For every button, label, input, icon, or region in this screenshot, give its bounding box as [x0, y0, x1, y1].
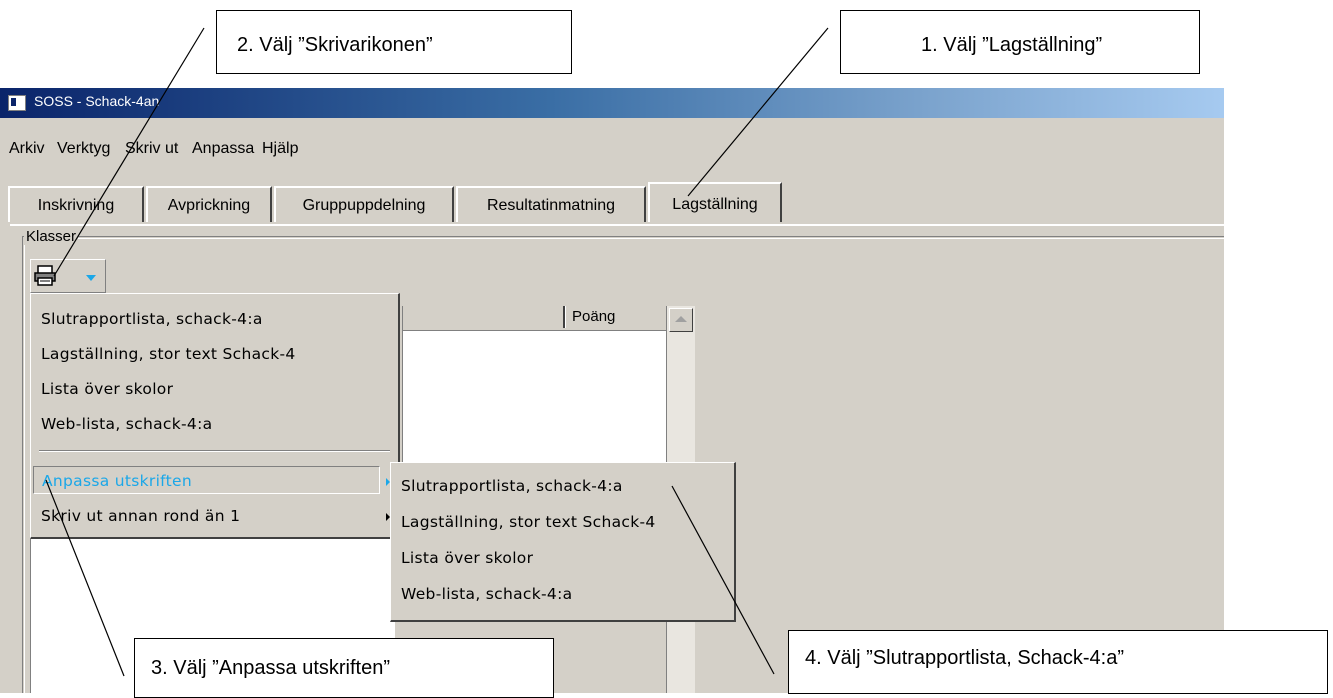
callout-step-3: 3. Välj ”Anpassa utskriften”: [134, 638, 554, 698]
menu-separator: [39, 450, 390, 452]
scroll-up-button[interactable]: [669, 308, 693, 332]
submenu-item-lista-over-skolor[interactable]: Lista över skolor: [391, 543, 734, 573]
menu-item-lagstallning-stor-text[interactable]: Lagställning, stor text Schack-4: [31, 339, 398, 369]
tab-baseline: [10, 224, 1224, 226]
submenu-item-lagstallning-stor-text[interactable]: Lagställning, stor text Schack-4: [391, 507, 734, 537]
menu-anpassa[interactable]: Anpassa: [192, 140, 254, 158]
app-icon: [8, 95, 26, 111]
callout-step-1: 1. Välj ”Lagställning”: [840, 10, 1200, 74]
grid-column-poang[interactable]: Poäng: [565, 306, 661, 328]
submenu-item-slutrapportlista[interactable]: Slutrapportlista, schack-4:a: [391, 471, 734, 501]
tab-inskrivning[interactable]: Inskrivning: [8, 186, 144, 222]
grid-column-1[interactable]: [403, 306, 565, 328]
tab-avprickning[interactable]: Avprickning: [146, 186, 272, 222]
menu-verktyg[interactable]: Verktyg: [57, 140, 110, 158]
grid-header: Poäng: [403, 306, 667, 331]
menu-item-anpassa-utskriften[interactable]: Anpassa utskriften: [31, 466, 398, 496]
printer-icon: [34, 265, 56, 286]
anpassa-submenu: Slutrapportlista, schack-4:a Lagställnin…: [390, 462, 736, 622]
menu-item-slutrapportlista[interactable]: Slutrapportlista, schack-4:a: [31, 304, 398, 334]
window-title: SOSS - Schack-4an: [34, 93, 160, 109]
submenu-item-web-lista[interactable]: Web-lista, schack-4:a: [391, 579, 734, 609]
tab-resultatinmatning[interactable]: Resultatinmatning: [456, 186, 646, 222]
menu-arkiv[interactable]: Arkiv: [9, 140, 45, 158]
dropdown-arrow-icon: [86, 275, 96, 281]
callout-step-4: 4. Välj ”Slutrapportlista, Schack-4:a”: [788, 630, 1328, 694]
menu-item-skriv-ut-annan-rond[interactable]: Skriv ut annan rond än 1: [31, 501, 398, 531]
menu-item-lista-over-skolor[interactable]: Lista över skolor: [31, 374, 398, 404]
tab-gruppuppdelning[interactable]: Gruppuppdelning: [274, 186, 454, 222]
menu-hjalp[interactable]: Hjälp: [262, 140, 298, 158]
callout-step-2: 2. Välj ”Skrivarikonen”: [216, 10, 572, 74]
menu-skriv-ut[interactable]: Skriv ut: [125, 140, 178, 158]
skriv-ut-annan-rond-label: Skriv ut annan rond än 1: [41, 507, 241, 525]
anpassa-utskriften-label: Anpassa utskriften: [33, 466, 380, 494]
tab-lagstallning[interactable]: Lagställning: [648, 182, 782, 222]
group-label: Klasser: [24, 228, 79, 245]
title-bar[interactable]: SOSS - Schack-4an: [0, 88, 1224, 118]
printer-button[interactable]: [34, 264, 100, 288]
print-dropdown-menu: Slutrapportlista, schack-4:a Lagställnin…: [30, 293, 400, 539]
menu-item-web-lista[interactable]: Web-lista, schack-4:a: [31, 409, 398, 439]
